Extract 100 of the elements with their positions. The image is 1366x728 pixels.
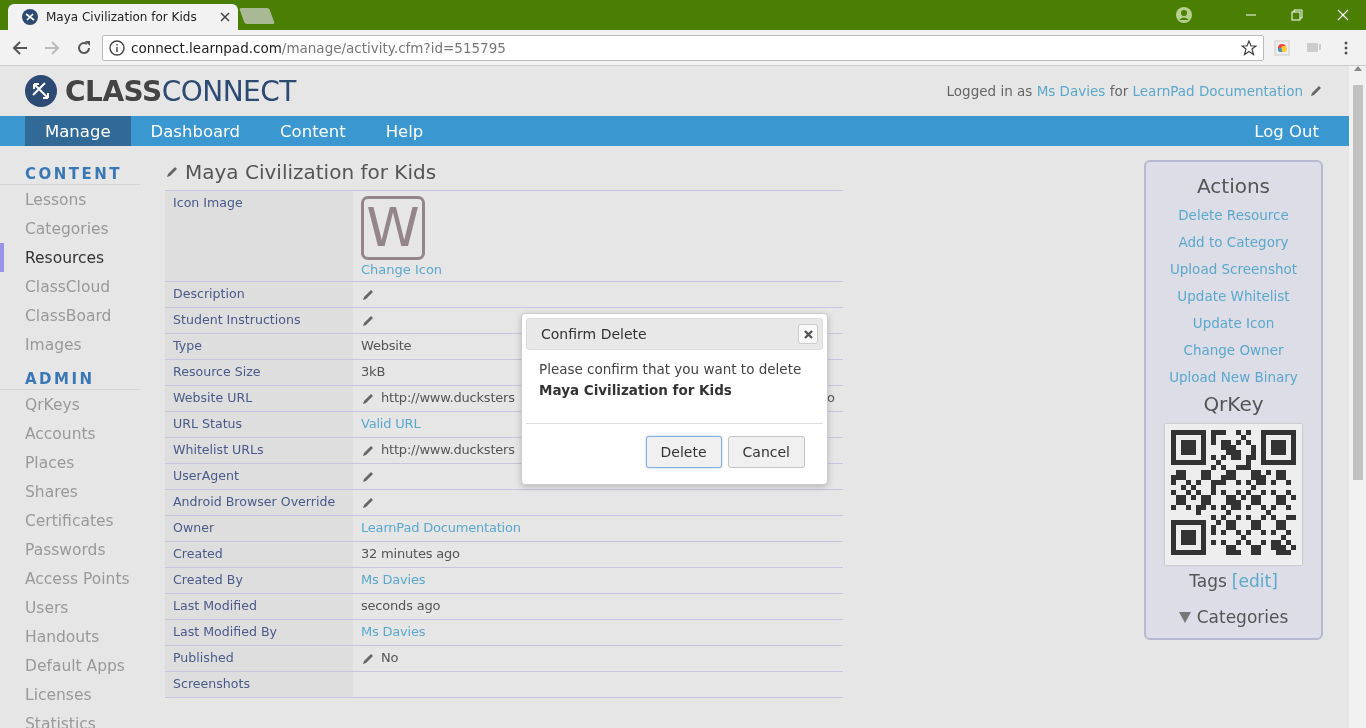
resource-name: Maya Civilization for Kids: [539, 381, 733, 400]
value-link[interactable]: LearnPad Documentation: [361, 520, 521, 535]
dialog-button[interactable]: Delete: [645, 436, 722, 468]
reload-icon[interactable]: [76, 39, 92, 56]
sidebar-item[interactable]: Accounts: [0, 419, 140, 448]
sidebar-item[interactable]: Resources: [0, 243, 140, 272]
field-label: Published: [165, 646, 353, 671]
logo-icon: [25, 75, 57, 107]
field-value: seconds ago: [361, 598, 441, 613]
pencil-icon[interactable]: [361, 444, 375, 458]
sidebar-item[interactable]: ClassCloud: [0, 272, 140, 301]
action-link[interactable]: Update Whitelist: [1177, 282, 1290, 309]
field-label: UserAgent: [165, 464, 353, 489]
field-label: Owner: [165, 516, 353, 541]
panel-title: QrKey: [1203, 392, 1264, 416]
panel-title: Actions: [1196, 174, 1271, 198]
value-link[interactable]: Ms Davies: [361, 572, 426, 587]
dialog-title: Confirm Delete: [541, 326, 648, 342]
field-label: Last Modified: [165, 594, 353, 619]
field-label: Resource Size: [165, 360, 353, 385]
field-label: Created By: [165, 568, 353, 593]
action-link[interactable]: Upload Screenshot: [1169, 255, 1298, 282]
address-bar[interactable]: connect.learnpad.com/manage/activity.cfm?id=515795: [102, 34, 1264, 61]
sidebar-item[interactable]: Licenses: [0, 680, 140, 709]
section-heading: CONTENT: [0, 160, 140, 185]
resource-title: Maya Civilization for Kids: [185, 160, 437, 184]
field-label: Screenshots: [165, 672, 353, 697]
sidebar-item[interactable]: Shares: [0, 477, 140, 506]
action-link[interactable]: Delete Resource: [1178, 201, 1289, 228]
nav-tab[interactable]: Content: [260, 116, 366, 146]
action-link[interactable]: Upload New Binary: [1169, 363, 1298, 390]
pencil-icon[interactable]: [1309, 84, 1323, 98]
field-label: Whitelist URLs: [165, 438, 353, 463]
field-label: Student Instructions: [165, 308, 353, 333]
tags-label: Tags: [1189, 571, 1227, 591]
browser-tab[interactable]: Maya Civilization for Kids: [8, 4, 238, 30]
pencil-icon[interactable]: [361, 496, 375, 510]
logout-link[interactable]: Log Out: [1234, 116, 1349, 146]
sidebar-item[interactable]: Passwords: [0, 535, 140, 564]
triangle-down-icon[interactable]: [1178, 611, 1191, 623]
field-label: Created: [165, 542, 353, 567]
close-button[interactable]: [798, 324, 818, 344]
profile-icon[interactable]: [1176, 7, 1192, 23]
field-value: http://www.ducksters: [381, 442, 515, 457]
scrollbar[interactable]: [1349, 66, 1366, 728]
sidebar-item[interactable]: Access Points: [0, 564, 140, 593]
field-label: Android Browser Override: [165, 490, 353, 515]
dialog-message: Please confirm that you want to delete: [539, 360, 803, 379]
close-icon: [803, 329, 813, 339]
nav-tab[interactable]: Manage: [25, 116, 131, 146]
sidebar-item[interactable]: Images: [0, 330, 140, 359]
field-label: Icon Image: [165, 191, 353, 281]
sidebar-item[interactable]: Certificates: [0, 506, 140, 535]
organisation-link[interactable]: LearnPad Documentation: [1132, 83, 1303, 99]
value-link[interactable]: Valid URL: [361, 416, 421, 431]
sidebar-item[interactable]: Categories: [0, 214, 140, 243]
dialog-button[interactable]: Cancel: [727, 436, 805, 468]
field-label: Website URL: [165, 386, 353, 411]
nav-tab[interactable]: Help: [365, 116, 444, 146]
pencil-icon[interactable]: [361, 314, 375, 328]
action-link[interactable]: Update Icon: [1192, 309, 1275, 336]
sidebar-item[interactable]: QrKeys: [0, 390, 140, 419]
close-icon[interactable]: [220, 12, 230, 22]
extension-icon[interactable]: [1274, 39, 1290, 56]
field-label: URL Status: [165, 412, 353, 437]
change-icon-link[interactable]: Change Icon: [361, 262, 443, 277]
url-text: connect.learnpad.com/manage/activity.cfm?id=515795: [131, 39, 507, 56]
action-link[interactable]: Add to Category: [1178, 228, 1289, 255]
nav-tab[interactable]: Dashboard: [130, 116, 261, 146]
field-label: Description: [165, 282, 353, 307]
field-value: Website: [361, 338, 412, 353]
back-icon[interactable]: [12, 39, 28, 56]
pencil-icon[interactable]: [361, 288, 375, 302]
new-tab-button[interactable]: [239, 8, 275, 24]
sidebar-item[interactable]: Lessons: [0, 185, 140, 214]
sidebar-item[interactable]: Statistics: [0, 709, 140, 728]
sidebar-item[interactable]: ClassBoard: [0, 301, 140, 330]
field-value: 32 minutes ago: [361, 546, 460, 561]
restore-icon[interactable]: [1291, 9, 1303, 21]
field-label: Last Modified By: [165, 620, 353, 645]
edit-tags-link[interactable]: [edit]: [1231, 571, 1278, 591]
sidebar-item[interactable]: Default Apps: [0, 651, 140, 680]
field-value: 3kB: [361, 364, 386, 379]
sidebar-item[interactable]: Places: [0, 448, 140, 477]
pencil-icon[interactable]: [165, 165, 179, 179]
pencil-icon[interactable]: [361, 470, 375, 484]
login-text: Logged in as Ms Davies for LearnPad Documentation: [946, 83, 1303, 99]
resource-icon: W: [361, 196, 425, 260]
sidebar-item[interactable]: Handouts: [0, 622, 140, 651]
pencil-icon[interactable]: [361, 652, 375, 666]
user-link[interactable]: Ms Davies: [1036, 83, 1106, 99]
action-link[interactable]: Change Owner: [1183, 336, 1284, 363]
pencil-icon[interactable]: [361, 392, 375, 406]
value-link[interactable]: Ms Davies: [361, 624, 426, 639]
info-icon[interactable]: [109, 39, 125, 56]
star-icon[interactable]: [1241, 39, 1257, 56]
logo-text: CLASSCONNECT: [65, 74, 296, 108]
scroll-thumb[interactable]: [1352, 85, 1363, 480]
categories-toggle[interactable]: Categories: [1196, 607, 1289, 627]
sidebar-item[interactable]: Users: [0, 593, 140, 622]
